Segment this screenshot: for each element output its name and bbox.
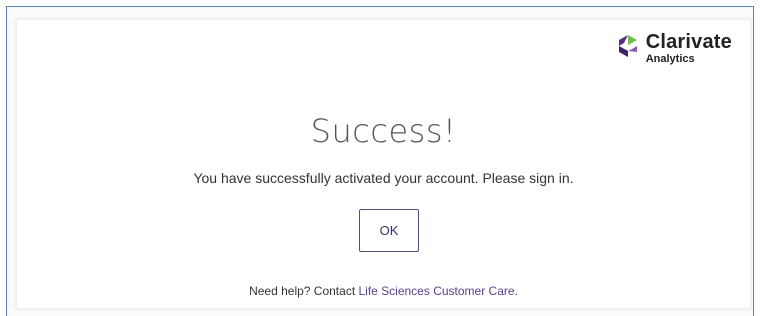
clarivate-logo-icon [618, 35, 637, 57]
help-suffix: . [514, 284, 518, 298]
success-message: You have successfully activated your acc… [193, 170, 574, 186]
brand-subtitle: Analytics [645, 53, 695, 65]
brand-logo: Clarivate Analytics [616, 32, 732, 65]
page-title: Success! [310, 112, 457, 150]
help-prefix: Need help? Contact [249, 284, 359, 298]
success-card: Clarivate Analytics Success! You have su… [16, 19, 751, 309]
help-text: Need help? Contact Life Sciences Custome… [17, 284, 750, 298]
ok-button[interactable]: OK [359, 209, 419, 252]
brand-name: Clarivate [645, 31, 732, 53]
customer-care-link[interactable]: Life Sciences Customer Care [358, 284, 514, 298]
window-frame: Clarivate Analytics Success! You have su… [6, 6, 754, 316]
